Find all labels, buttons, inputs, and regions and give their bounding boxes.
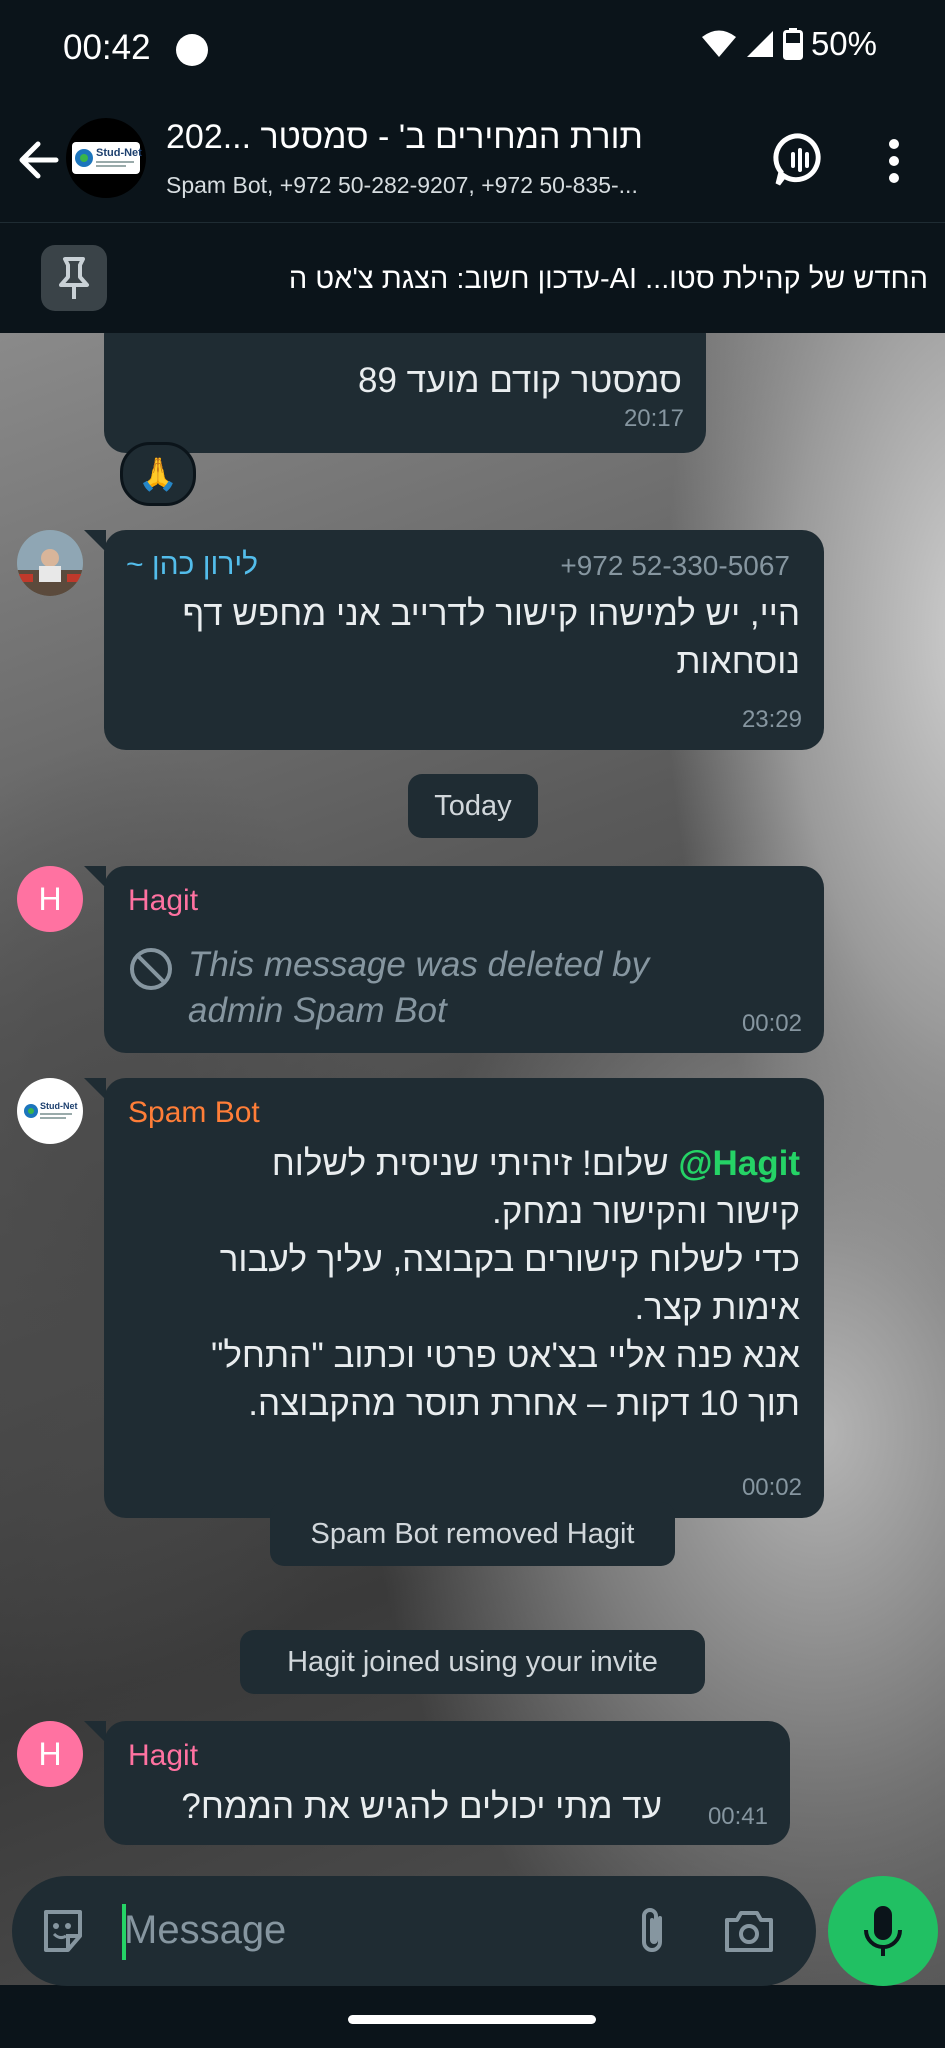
sender-name[interactable]: Hagit bbox=[128, 884, 198, 918]
cellular-signal-icon bbox=[746, 31, 773, 57]
avatar-letter: H bbox=[38, 881, 62, 917]
system-nav-bar bbox=[0, 1993, 945, 2048]
home-gesture-handle[interactable] bbox=[348, 2015, 596, 2024]
wifi-icon bbox=[701, 30, 736, 57]
sender-avatar[interactable]: Stud-Net bbox=[17, 1078, 83, 1144]
sender-phone: +972 52-330-5067 bbox=[560, 550, 790, 581]
message-reaction[interactable]: 🙏 bbox=[120, 442, 196, 506]
group-title[interactable]: תורת המחירים ב' - סמסטר ...202 bbox=[166, 118, 774, 157]
sticker-icon[interactable] bbox=[38, 1906, 88, 1956]
more-options-icon[interactable] bbox=[876, 135, 912, 187]
message-bubble[interactable]: Spam Bot Hagit@ שלום! זיהיתי שניסית לשלו… bbox=[104, 1078, 824, 1518]
group-members[interactable]: Spam Bot, +972 50-282-9207, +972 50-835-… bbox=[166, 172, 774, 199]
message-line: קישור והקישור נמחק. bbox=[492, 1192, 800, 1231]
battery-percent: 50% bbox=[810, 25, 877, 62]
message-input[interactable]: Message bbox=[12, 1876, 816, 1986]
message-time: 00:02 bbox=[741, 1474, 802, 1501]
system-message: Spam Bot removed Hagit bbox=[270, 1502, 675, 1566]
message-text: היי, יש למישהו קישור לדרייב אני מחפש דף … bbox=[182, 594, 800, 681]
attach-icon[interactable] bbox=[632, 1904, 672, 1958]
sender-name[interactable]: Hagit bbox=[128, 1739, 198, 1773]
pin-icon bbox=[41, 245, 107, 311]
sender-name[interactable]: Spam Bot bbox=[128, 1096, 260, 1130]
sender-name[interactable]: ~ לירון כהן bbox=[126, 548, 258, 582]
microphone-icon bbox=[864, 1906, 902, 1956]
camera-icon[interactable] bbox=[723, 1908, 775, 1954]
pinned-message-text: החדש של קהילת סטו... AI-עדכון חשוב: הצגת… bbox=[288, 263, 928, 295]
message-bubble[interactable]: Hagit This message was deleted by admin … bbox=[104, 866, 824, 1053]
message-line: אימות קצר. bbox=[634, 1288, 800, 1327]
message-line: כדי לשלוח קישורים בקבוצה, עליך לעבור bbox=[219, 1240, 800, 1279]
sender-avatar[interactable]: H bbox=[17, 866, 83, 932]
avatar-logo-text: Stud-Net bbox=[96, 147, 142, 159]
compose-bar: Message bbox=[0, 1860, 945, 1988]
message-time: 00:41 bbox=[707, 1803, 768, 1830]
back-arrow-icon[interactable] bbox=[16, 135, 60, 185]
voice-record-button[interactable] bbox=[828, 1876, 938, 1986]
mention-link[interactable]: Hagit@ bbox=[678, 1144, 800, 1183]
message-placeholder: Message bbox=[124, 1908, 287, 1952]
deleted-message-icon bbox=[130, 948, 172, 990]
message-line: תוך 10 דקות – אחרת תוסר מהקבוצה. bbox=[248, 1384, 800, 1423]
sender-avatar[interactable]: H bbox=[17, 1721, 83, 1787]
message-text: סמסטר קודם מועד 89 bbox=[358, 361, 682, 400]
notification-dot-icon bbox=[176, 34, 208, 66]
sender-avatar[interactable] bbox=[17, 530, 83, 596]
date-divider: Today bbox=[408, 774, 538, 838]
studnet-logo-icon: Stud-Net bbox=[72, 142, 142, 174]
message-bubble[interactable]: סמסטר קודם מועד 89 20:17 bbox=[104, 333, 706, 453]
battery-icon bbox=[782, 28, 803, 60]
status-bar: 00:42 50% bbox=[0, 0, 945, 100]
message-bubble[interactable]: Hagit עד מתי יכולים להגיש את הממח? 00:41 bbox=[104, 1721, 790, 1845]
message-time: 00:02 bbox=[741, 1010, 802, 1037]
bubble-tail bbox=[84, 530, 106, 552]
message-line: שלום! זיהיתי שניסית לשלוח bbox=[271, 1144, 669, 1183]
message-line: אנא פנה אליי בצ'אט פרטי וכתוב "התחל" bbox=[210, 1336, 800, 1375]
voice-chat-icon[interactable] bbox=[770, 130, 830, 190]
bubble-tail bbox=[84, 1078, 106, 1100]
message-text: Hagit@ שלום! זיהיתי שניסית לשלוח קישור ו… bbox=[120, 1140, 800, 1428]
system-message: Hagit joined using your invite bbox=[240, 1630, 705, 1694]
bubble-tail bbox=[84, 1721, 106, 1743]
pinned-message-bar[interactable]: החדש של קהילת סטו... AI-עדכון חשוב: הצגת… bbox=[0, 222, 945, 333]
chat-header: Stud-Net תורת המחירים ב' - סמסטר ...202 … bbox=[0, 100, 945, 222]
avatar-letter: H bbox=[38, 1736, 62, 1772]
bubble-tail bbox=[84, 866, 106, 888]
message-text: עד מתי יכולים להגיש את הממח? bbox=[181, 1787, 662, 1826]
status-time: 00:42 bbox=[63, 28, 151, 67]
message-bubble[interactable]: ~ לירון כהן +972 52-330-5067 היי, יש למי… bbox=[104, 530, 824, 750]
deleted-message-text: This message was deleted by admin Spam B… bbox=[188, 945, 650, 1030]
group-avatar[interactable]: Stud-Net bbox=[66, 118, 146, 198]
chat-area[interactable]: סמסטר קודם מועד 89 20:17 🙏 ~ לירון כהן +… bbox=[0, 333, 945, 1985]
message-time: 23:29 bbox=[741, 706, 802, 733]
status-icons: 50% bbox=[701, 25, 877, 63]
avatar-logo-text: Stud-Net bbox=[40, 1101, 78, 1111]
message-time: 20:17 bbox=[623, 405, 684, 432]
studnet-logo-icon: Stud-Net bbox=[24, 1101, 78, 1119]
